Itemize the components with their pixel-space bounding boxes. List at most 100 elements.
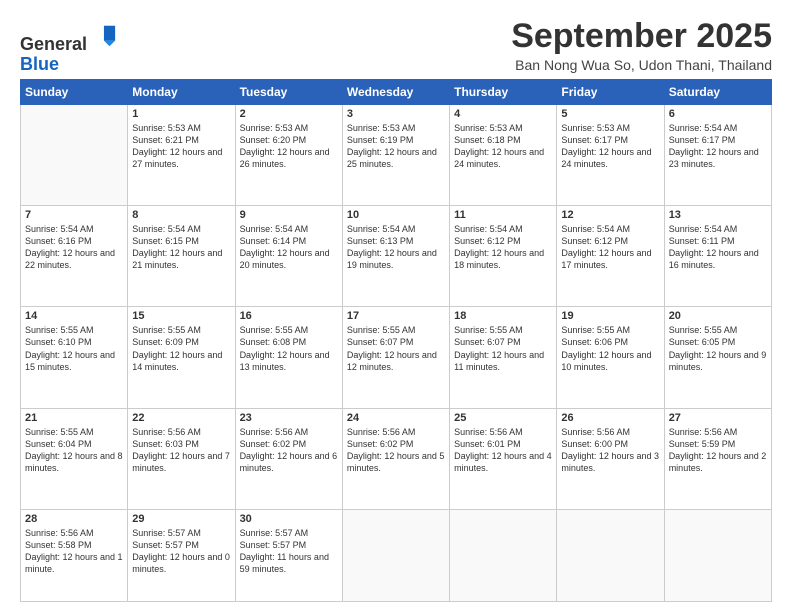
day-info: Sunrise: 5:55 AM Sunset: 6:07 PM Dayligh…: [454, 324, 552, 373]
col-monday: Monday: [128, 79, 235, 104]
table-row: 3 Sunrise: 5:53 AM Sunset: 6:19 PM Daylig…: [342, 104, 449, 205]
day-number: 3: [347, 108, 445, 120]
day-info: Sunrise: 5:56 AM Sunset: 6:00 PM Dayligh…: [561, 426, 659, 475]
day-number: 28: [25, 513, 123, 525]
table-row: 15 Sunrise: 5:55 AM Sunset: 6:09 PM Dayli…: [128, 307, 235, 408]
day-number: 23: [240, 412, 338, 424]
logo-general-text: General: [20, 34, 87, 54]
day-info: Sunrise: 5:56 AM Sunset: 5:59 PM Dayligh…: [669, 426, 767, 475]
col-wednesday: Wednesday: [342, 79, 449, 104]
day-info: Sunrise: 5:53 AM Sunset: 6:19 PM Dayligh…: [347, 122, 445, 171]
table-row: 9 Sunrise: 5:54 AM Sunset: 6:14 PM Daylig…: [235, 205, 342, 306]
table-row: 24Sunrise: 5:56 AM Sunset: 6:02 PM Dayli…: [342, 408, 449, 509]
location: Ban Nong Wua So, Udon Thani, Thailand: [511, 57, 772, 73]
logo-icon: [89, 22, 117, 50]
day-number: 4: [454, 108, 552, 120]
day-number: 12: [561, 209, 659, 221]
day-number: 9: [240, 209, 338, 221]
day-info: Sunrise: 5:54 AM Sunset: 6:17 PM Dayligh…: [669, 122, 767, 171]
table-row: 29Sunrise: 5:57 AM Sunset: 5:57 PM Dayli…: [128, 509, 235, 601]
col-thursday: Thursday: [450, 79, 557, 104]
logo: General Blue: [20, 22, 117, 75]
day-info: Sunrise: 5:55 AM Sunset: 6:09 PM Dayligh…: [132, 324, 230, 373]
logo-blue-text: Blue: [20, 54, 59, 74]
table-row: 28 Sunrise: 5:56 AM Sunset: 5:58 PM Dayli…: [21, 509, 128, 601]
table-row: 5 Sunrise: 5:53 AM Sunset: 6:17 PM Daylig…: [557, 104, 664, 205]
day-info: Sunrise: 5:54 AM Sunset: 6:15 PM Dayligh…: [132, 223, 230, 272]
day-number: 2: [240, 108, 338, 120]
day-number: 8: [132, 209, 230, 221]
day-info: Sunrise: 5:54 AM Sunset: 6:11 PM Dayligh…: [669, 223, 767, 272]
day-number: 29: [132, 513, 230, 525]
day-number: 5: [561, 108, 659, 120]
table-row: 30Sunrise: 5:57 AM Sunset: 5:57 PM Dayli…: [235, 509, 342, 601]
day-number: 11: [454, 209, 552, 221]
col-tuesday: Tuesday: [235, 79, 342, 104]
table-row: 20Sunrise: 5:55 AM Sunset: 6:05 PM Dayli…: [664, 307, 771, 408]
day-number: 16: [240, 310, 338, 322]
day-info: Sunrise: 5:56 AM Sunset: 6:03 PM Dayligh…: [132, 426, 230, 475]
table-row: 10 Sunrise: 5:54 AM Sunset: 6:13 PM Dayli…: [342, 205, 449, 306]
day-info: Sunrise: 5:53 AM Sunset: 6:20 PM Dayligh…: [240, 122, 338, 171]
table-row: [21, 104, 128, 205]
day-number: 14: [25, 310, 123, 322]
day-number: 15: [132, 310, 230, 322]
day-info: Sunrise: 5:55 AM Sunset: 6:07 PM Dayligh…: [347, 324, 445, 373]
day-number: 27: [669, 412, 767, 424]
table-row: [557, 509, 664, 601]
table-row: 18 Sunrise: 5:55 AM Sunset: 6:07 PM Dayli…: [450, 307, 557, 408]
table-row: 14 Sunrise: 5:55 AM Sunset: 6:10 PM Dayli…: [21, 307, 128, 408]
table-row: 11Sunrise: 5:54 AM Sunset: 6:12 PM Dayli…: [450, 205, 557, 306]
day-info: Sunrise: 5:53 AM Sunset: 6:21 PM Dayligh…: [132, 122, 230, 171]
calendar-header-row: Sunday Monday Tuesday Wednesday Thursday…: [21, 79, 772, 104]
header: General Blue September 2025 Ban Nong Wua…: [20, 18, 772, 75]
table-row: [342, 509, 449, 601]
table-row: 6 Sunrise: 5:54 AM Sunset: 6:17 PM Daylig…: [664, 104, 771, 205]
day-number: 25: [454, 412, 552, 424]
day-number: 26: [561, 412, 659, 424]
day-number: 1: [132, 108, 230, 120]
table-row: 27 Sunrise: 5:56 AM Sunset: 5:59 PM Dayli…: [664, 408, 771, 509]
table-row: 7 Sunrise: 5:54 AM Sunset: 6:16 PM Daylig…: [21, 205, 128, 306]
day-info: Sunrise: 5:54 AM Sunset: 6:14 PM Dayligh…: [240, 223, 338, 272]
day-info: Sunrise: 5:53 AM Sunset: 6:17 PM Dayligh…: [561, 122, 659, 171]
table-row: 8 Sunrise: 5:54 AM Sunset: 6:15 PM Daylig…: [128, 205, 235, 306]
day-number: 22: [132, 412, 230, 424]
table-row: 19 Sunrise: 5:55 AM Sunset: 6:06 PM Dayli…: [557, 307, 664, 408]
day-info: Sunrise: 5:54 AM Sunset: 6:16 PM Dayligh…: [25, 223, 123, 272]
col-friday: Friday: [557, 79, 664, 104]
page: General Blue September 2025 Ban Nong Wua…: [0, 0, 792, 612]
day-info: Sunrise: 5:55 AM Sunset: 6:10 PM Dayligh…: [25, 324, 123, 373]
day-info: Sunrise: 5:55 AM Sunset: 6:08 PM Dayligh…: [240, 324, 338, 373]
title-block: September 2025 Ban Nong Wua So, Udon Tha…: [511, 18, 772, 73]
day-number: 19: [561, 310, 659, 322]
day-number: 7: [25, 209, 123, 221]
day-number: 6: [669, 108, 767, 120]
day-info: Sunrise: 5:55 AM Sunset: 6:04 PM Dayligh…: [25, 426, 123, 475]
day-number: 30: [240, 513, 338, 525]
table-row: [664, 509, 771, 601]
day-info: Sunrise: 5:56 AM Sunset: 5:58 PM Dayligh…: [25, 527, 123, 576]
day-info: Sunrise: 5:56 AM Sunset: 6:01 PM Dayligh…: [454, 426, 552, 475]
day-number: 17: [347, 310, 445, 322]
month-title: September 2025: [511, 18, 772, 55]
day-info: Sunrise: 5:54 AM Sunset: 6:12 PM Dayligh…: [561, 223, 659, 272]
day-info: Sunrise: 5:53 AM Sunset: 6:18 PM Dayligh…: [454, 122, 552, 171]
table-row: 25 Sunrise: 5:56 AM Sunset: 6:01 PM Dayli…: [450, 408, 557, 509]
col-saturday: Saturday: [664, 79, 771, 104]
table-row: [450, 509, 557, 601]
day-info: Sunrise: 5:56 AM Sunset: 6:02 PM Dayligh…: [347, 426, 445, 475]
day-number: 18: [454, 310, 552, 322]
table-row: 21 Sunrise: 5:55 AM Sunset: 6:04 PM Dayli…: [21, 408, 128, 509]
table-row: 4 Sunrise: 5:53 AM Sunset: 6:18 PM Daylig…: [450, 104, 557, 205]
day-info: Sunrise: 5:55 AM Sunset: 6:06 PM Dayligh…: [561, 324, 659, 373]
day-number: 20: [669, 310, 767, 322]
day-number: 13: [669, 209, 767, 221]
day-number: 21: [25, 412, 123, 424]
table-row: 17 Sunrise: 5:55 AM Sunset: 6:07 PM Dayli…: [342, 307, 449, 408]
day-info: Sunrise: 5:54 AM Sunset: 6:13 PM Dayligh…: [347, 223, 445, 272]
col-sunday: Sunday: [21, 79, 128, 104]
table-row: 1 Sunrise: 5:53 AM Sunset: 6:21 PM Daylig…: [128, 104, 235, 205]
day-number: 10: [347, 209, 445, 221]
table-row: 22 Sunrise: 5:56 AM Sunset: 6:03 PM Dayli…: [128, 408, 235, 509]
